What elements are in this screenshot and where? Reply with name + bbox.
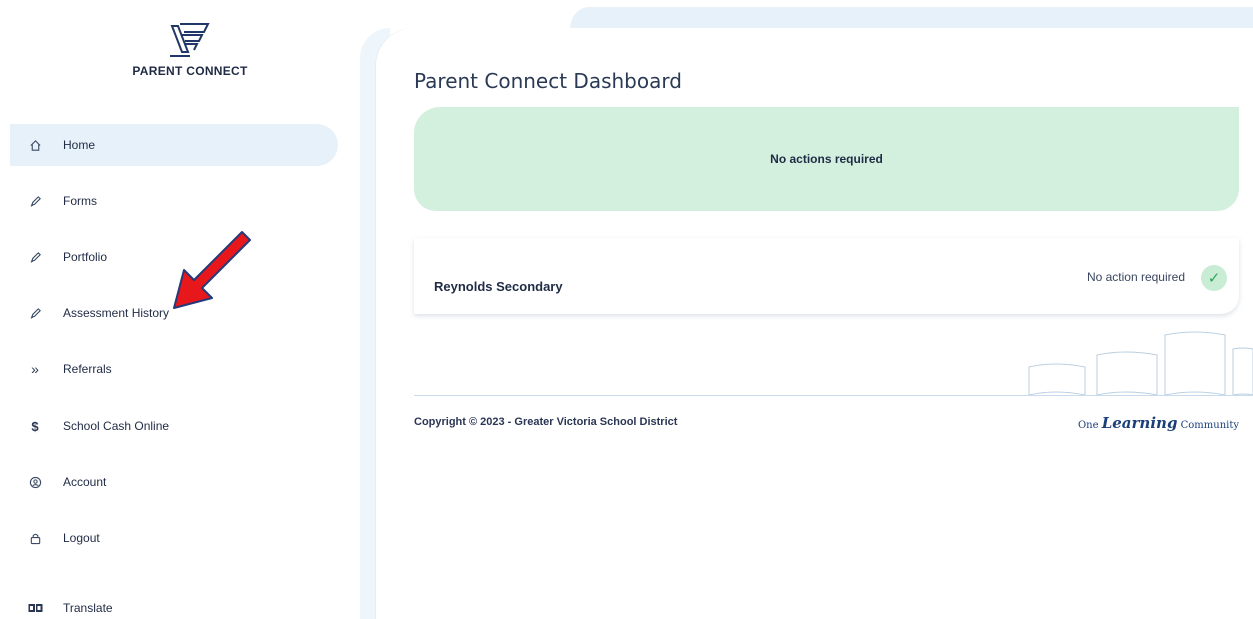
footer-decoration-icon <box>1028 331 1253 396</box>
school-status-text: No action required <box>1086 270 1185 284</box>
user-circle-icon <box>10 476 60 489</box>
brand-logo[interactable]: PARENT CONNECT <box>120 22 260 78</box>
sidebar: PARENT CONNECT Home Forms Portfolio Asse… <box>0 0 360 619</box>
tagline-suffix: Community <box>1177 420 1239 431</box>
district-tagline: One Learning Community <box>1078 414 1239 432</box>
sidebar-item-label: Assessment History <box>63 306 170 320</box>
home-icon <box>10 139 60 152</box>
dollar-icon: $ <box>31 418 39 434</box>
translate-icon <box>10 603 60 613</box>
sidebar-item-label: Translate <box>63 601 113 615</box>
sidebar-item-label: School Cash Online <box>63 419 170 433</box>
actions-summary-banner: No actions required <box>414 107 1239 211</box>
school-name: Reynolds Secondary <box>434 279 563 294</box>
brand-name: PARENT CONNECT <box>132 64 248 78</box>
page-title: Parent Connect Dashboard <box>414 69 682 93</box>
sidebar-item-translate[interactable]: Translate <box>10 587 338 619</box>
sidebar-item-label: Account <box>63 475 107 489</box>
sidebar-item-label: Home <box>63 138 96 152</box>
lock-icon <box>10 532 60 545</box>
annotation-arrow-icon <box>173 231 251 309</box>
double-chevron-right-icon: » <box>31 361 39 377</box>
pen-icon <box>10 195 60 208</box>
sidebar-item-forms[interactable]: Forms <box>10 180 338 222</box>
sidebar-item-label: Referrals <box>63 362 112 376</box>
parent-connect-logo-icon <box>170 23 210 57</box>
sidebar-item-logout[interactable]: Logout <box>10 517 338 559</box>
sidebar-item-school-cash-online[interactable]: $ School Cash Online <box>10 405 338 447</box>
check-icon: ✓ <box>1201 265 1227 291</box>
tagline-prefix: One <box>1077 420 1102 431</box>
pen-icon <box>10 251 60 264</box>
sidebar-item-referrals[interactable]: » Referrals <box>10 348 338 390</box>
sidebar-item-account[interactable]: Account <box>10 461 338 503</box>
copyright-text: Copyright © 2023 - Greater Victoria Scho… <box>414 416 678 428</box>
tagline-emphasis: Learning <box>1101 414 1178 432</box>
sidebar-item-home[interactable]: Home <box>10 124 338 166</box>
footer-divider <box>414 395 1253 396</box>
school-card[interactable]: Reynolds Secondary No action required ✓ <box>414 238 1239 314</box>
sidebar-item-label: Forms <box>63 194 97 208</box>
sidebar-item-label: Portfolio <box>63 250 108 264</box>
pen-icon <box>10 307 60 320</box>
sidebar-item-label: Logout <box>63 531 100 545</box>
actions-summary-text: No actions required <box>770 152 883 166</box>
